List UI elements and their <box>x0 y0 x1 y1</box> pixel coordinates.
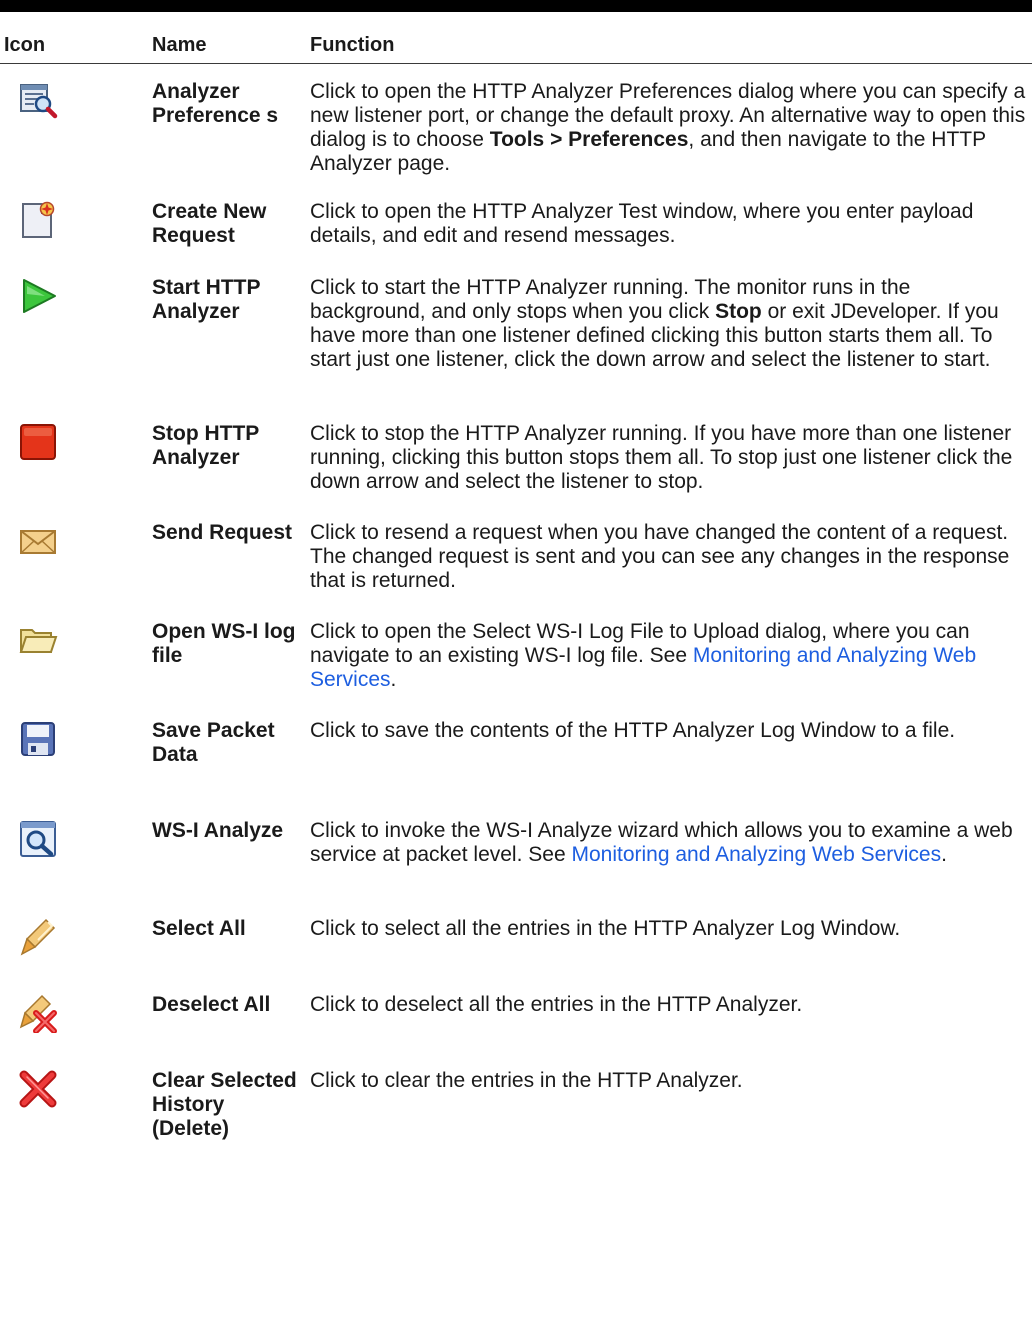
row-function: Click to clear the entries in the HTTP A… <box>310 1068 743 1092</box>
row-name: Start HTTP Analyzer <box>152 275 261 323</box>
row-name: Analyzer Preference s <box>152 80 279 127</box>
deselect-all-icon <box>19 994 57 1033</box>
row-name: Clear Selected History (Delete) <box>152 1068 297 1140</box>
start-http-analyzer-icon <box>23 278 56 313</box>
row-name: Send Request <box>152 520 293 544</box>
table-row: Start HTTP Analyzer Click to start the H… <box>0 262 1032 408</box>
row-name: Deselect All <box>152 992 271 1016</box>
table-row: Select All Click to select all the entri… <box>0 903 1032 979</box>
select-all-icon <box>20 918 56 956</box>
open-folder-icon <box>19 628 58 653</box>
header-name: Name <box>150 24 308 64</box>
table-row: Open WS-I log file Click to open the Sel… <box>0 606 1032 705</box>
row-function: Click to invoke the WS-I Analyze wizard … <box>310 818 1013 866</box>
table-row: Create New Request Click to open the HTT… <box>0 186 1032 262</box>
table-header-row: Icon Name Function <box>0 24 1032 64</box>
row-name: Open WS-I log file <box>152 619 296 667</box>
top-rule <box>0 0 1032 12</box>
row-function: Click to save the contents of the HTTP A… <box>310 718 956 742</box>
row-name: Stop HTTP Analyzer <box>152 421 259 469</box>
header-icon: Icon <box>0 24 150 64</box>
clear-history-icon <box>19 1070 57 1107</box>
row-name: WS-I Analyze <box>152 818 284 842</box>
table-row: Analyzer Preference s Click to open the … <box>0 64 1032 186</box>
row-function: Click to start the HTTP Analyzer running… <box>310 275 999 371</box>
monitoring-link[interactable]: Monitoring and Analyzing Web Services <box>571 843 941 866</box>
ws-i-analyze-icon <box>20 820 56 857</box>
row-name: Save Packet Data <box>152 718 275 766</box>
row-function: Click to open the Select WS-I Log File t… <box>310 619 977 691</box>
save-packet-data-icon <box>21 721 55 756</box>
send-request-icon <box>20 529 56 554</box>
table-row: Send Request Click to resend a request w… <box>0 507 1032 606</box>
row-function: Click to deselect all the entries in the… <box>310 992 803 1016</box>
table-row: Stop HTTP Analyzer Click to stop the HTT… <box>0 408 1032 507</box>
table-row: Clear Selected History (Delete) Click to… <box>0 1055 1032 1173</box>
table-row: Save Packet Data Click to save the conte… <box>0 705 1032 805</box>
row-name: Select All <box>152 916 246 940</box>
row-function: Click to select all the entries in the H… <box>310 916 901 940</box>
table-row: Deselect All Click to deselect all the e… <box>0 979 1032 1055</box>
toolbar-reference-table: Icon Name Function Analyzer Preference s… <box>0 24 1032 1173</box>
row-function: Click to open the HTTP Analyzer Preferen… <box>310 80 1026 175</box>
row-function: Click to resend a request when you have … <box>310 520 1010 592</box>
row-function: Click to stop the HTTP Analyzer running.… <box>310 421 1013 493</box>
analyzer-preferences-icon <box>20 84 58 119</box>
create-new-request-icon <box>22 201 55 238</box>
header-function: Function <box>308 24 1032 64</box>
row-function: Click to open the HTTP Analyzer Test win… <box>310 199 974 247</box>
table-row: WS-I Analyze Click to invoke the WS-I An… <box>0 805 1032 903</box>
row-name: Create New Request <box>152 199 267 247</box>
stop-http-analyzer-icon <box>20 423 56 460</box>
